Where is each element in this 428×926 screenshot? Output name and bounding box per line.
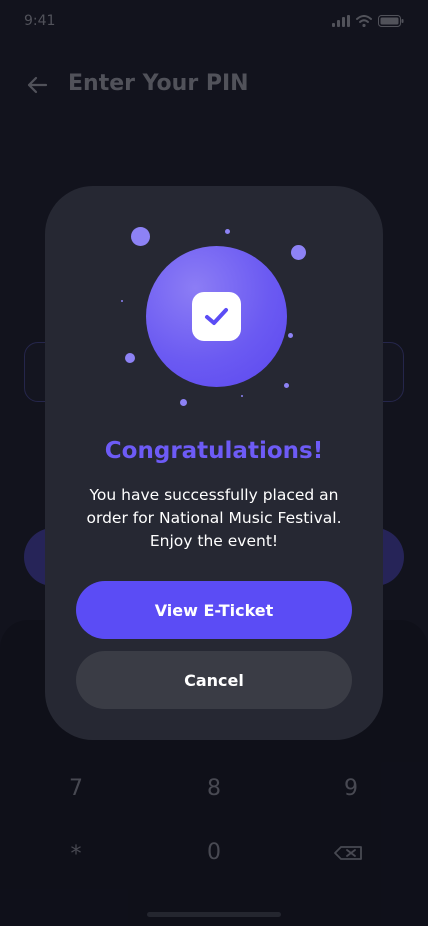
confetti-dot [131,227,150,246]
pin-screen: 9:41 Enter Your PIN 7 8 9 * 0 Congratula… [0,0,428,926]
success-dialog: Congratulations! You have successfully p… [45,186,383,740]
check-icon [205,308,228,325]
dialog-message: You have successfully placed an order fo… [86,486,342,550]
confetti-dot [241,395,243,397]
view-eticket-button[interactable]: View E-Ticket [76,581,352,639]
success-illustration [146,246,287,387]
confetti-dot [125,353,135,363]
cancel-button[interactable]: Cancel [76,651,352,709]
confetti-dot [121,300,123,302]
confetti-dot [284,383,289,388]
confetti-dot [288,333,293,338]
confetti-dot [291,245,306,260]
confetti-dot [180,399,187,406]
check-badge [192,292,241,341]
dialog-title: Congratulations! [104,438,324,464]
confetti-dot [225,229,230,234]
